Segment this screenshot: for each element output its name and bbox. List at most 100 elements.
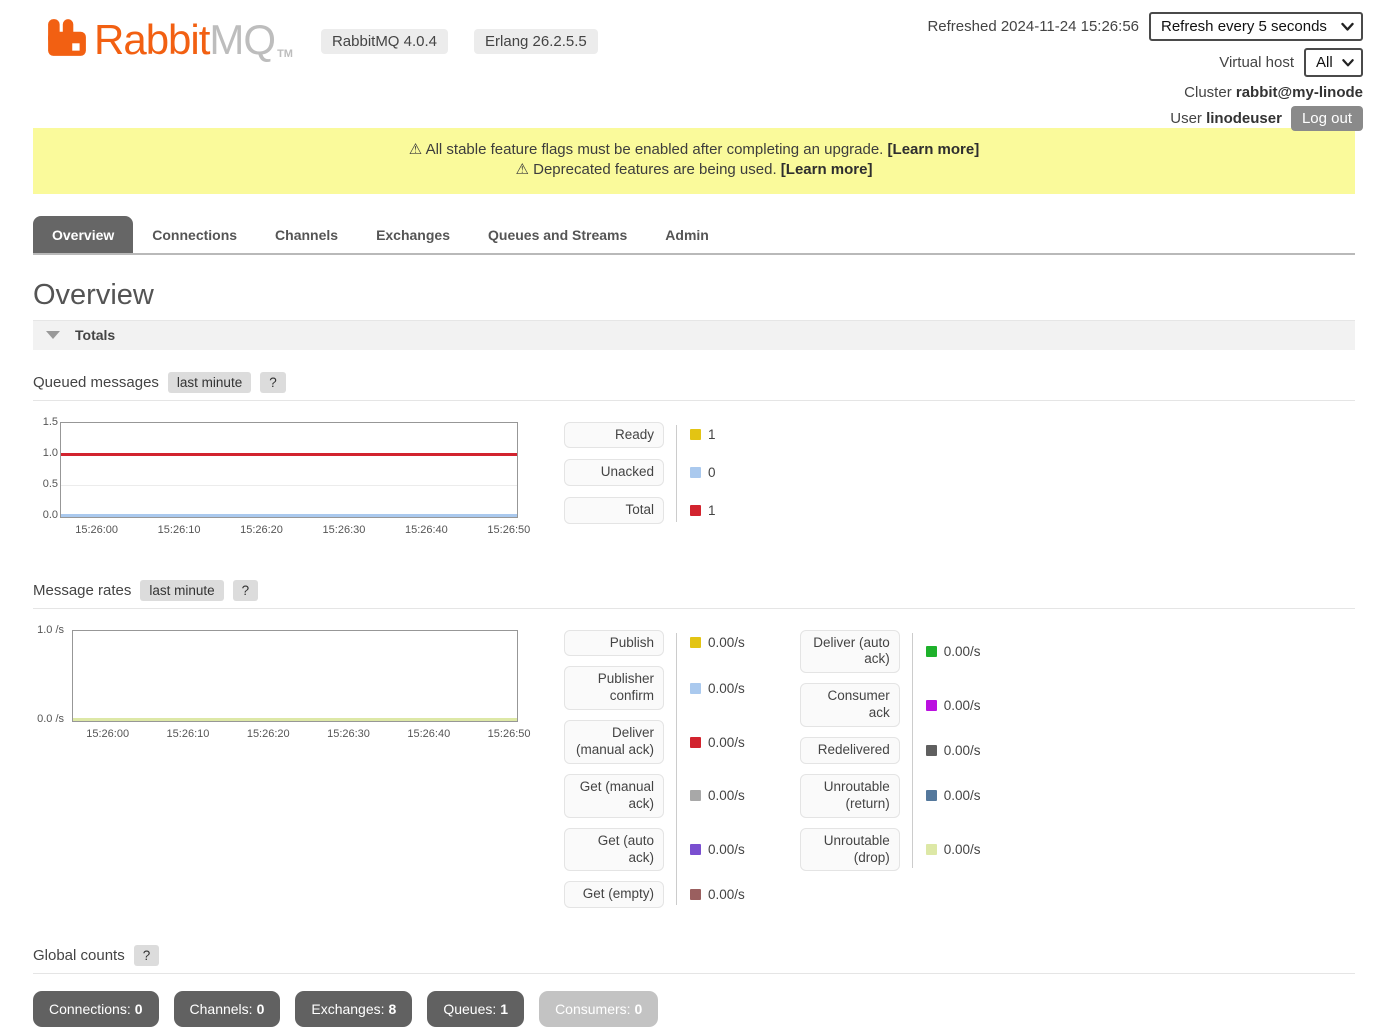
legend-label-unacked: Unacked <box>564 459 664 486</box>
tab-admin[interactable]: Admin <box>646 216 728 253</box>
series-line-flat-zero <box>73 718 517 721</box>
totals-section-toggle[interactable]: Totals <box>33 320 1355 350</box>
legend-label-get-manual-ack: Get (manual ack) <box>564 774 664 818</box>
legend-label-publisher-confirm: Publisher confirm <box>564 666 664 710</box>
legend-swatch <box>926 646 937 657</box>
queued-messages-header: Queued messages last minute ? <box>33 372 1355 401</box>
legend-label-unroutable-return: Unroutable (return) <box>800 774 900 818</box>
x-tick: 15:26:00 <box>86 728 129 740</box>
tab-exchanges[interactable]: Exchanges <box>357 216 469 253</box>
count-connections: Connections:0 <box>33 991 159 1027</box>
banner-text: ⚠ Deprecated features are being used. <box>516 161 777 178</box>
legend-label-consumer-ack: Consumer ack <box>800 683 900 727</box>
global-help-badge[interactable]: ? <box>134 945 160 966</box>
legend-rate: 0.00/s <box>708 887 745 902</box>
refreshed-timestamp: Refreshed 2024-11-24 15:26:56 <box>927 18 1139 35</box>
brand-wordmark: RabbitMQ <box>94 20 275 60</box>
count-value: 0 <box>257 1001 265 1017</box>
queued-messages-title: Queued messages <box>33 374 159 391</box>
tab-connections[interactable]: Connections <box>133 216 256 253</box>
count-value: 8 <box>389 1001 397 1017</box>
main-nav-tabs: Overview Connections Channels Exchanges … <box>33 216 1355 255</box>
message-rates-title: Message rates <box>33 582 131 599</box>
legend-label-total: Total <box>564 497 664 524</box>
legend-rate: 0.00/s <box>944 698 981 713</box>
legend-row: Total 1 <box>564 497 716 524</box>
global-counts-row: Connections:0 Channels:0 Exchanges:8 Que… <box>33 991 1355 1027</box>
legend-label-publish: Publish <box>564 630 664 657</box>
y-tick: 0.0 <box>24 509 58 521</box>
queued-messages-legend: Ready 1 Unacked 0 Total 1 <box>564 422 716 536</box>
global-counts-header: Global counts ? <box>33 945 1355 974</box>
queued-range-badge[interactable]: last minute <box>168 372 251 393</box>
cluster-label: Cluster <box>1184 84 1232 101</box>
user-name: linodeuser <box>1206 110 1282 127</box>
learn-more-link[interactable]: [Learn more] <box>888 141 980 158</box>
legend-row: Ready 1 <box>564 422 716 449</box>
count-value: 0 <box>135 1001 143 1017</box>
queued-messages-chart: 1.5 1.0 0.5 0.0 15:26:00 15:26:10 15:26:… <box>33 422 518 539</box>
cluster-name: rabbit@my-linode <box>1236 84 1363 101</box>
tab-channels[interactable]: Channels <box>256 216 357 253</box>
legend-rate: 0.00/s <box>944 842 981 857</box>
learn-more-link[interactable]: [Learn more] <box>781 161 873 178</box>
legend-label-deliver-manual-ack: Deliver (manual ack) <box>564 720 664 764</box>
legend-swatch <box>690 683 701 694</box>
count-value: 0 <box>635 1001 643 1017</box>
rates-range-badge[interactable]: last minute <box>140 580 223 601</box>
count-queues: Queues:1 <box>427 991 524 1027</box>
legend-swatch <box>690 889 701 900</box>
legend-label-unroutable-drop: Unroutable (drop) <box>800 828 900 872</box>
header: RabbitMQ TM RabbitMQ 4.0.4 Erlang 26.2.5… <box>33 0 1355 124</box>
count-value: 1 <box>500 1001 508 1017</box>
message-rates-legend-col2: Deliver (auto ack) 0.00/s Consumer ack 0.0… <box>800 630 981 882</box>
legend-rate: 0.00/s <box>708 842 745 857</box>
refresh-interval-select[interactable]: Refresh every 5 seconds <box>1149 12 1363 41</box>
legend-swatch <box>690 637 701 648</box>
triangle-down-icon <box>46 331 60 339</box>
queued-help-badge[interactable]: ? <box>260 372 286 393</box>
vhost-label: Virtual host <box>1219 54 1294 71</box>
count-channels: Channels:0 <box>174 991 281 1027</box>
legend-swatch <box>926 790 937 801</box>
y-tick: 1.5 <box>24 416 58 428</box>
tab-queues-and-streams[interactable]: Queues and Streams <box>469 216 646 253</box>
banner-line-feature-flags: ⚠ All stable feature flags must be enabl… <box>43 140 1345 160</box>
legend-label-deliver-auto-ack: Deliver (auto ack) <box>800 630 900 674</box>
x-tick: 15:26:40 <box>407 728 450 740</box>
y-tick: 0.5 <box>24 478 58 490</box>
legend-rate: 0.00/s <box>944 788 981 803</box>
series-line-total <box>61 453 517 456</box>
legend-swatch <box>690 429 701 440</box>
y-tick: 0.0 /s <box>30 713 64 725</box>
legend-swatch <box>690 844 701 855</box>
legend-swatch <box>926 700 937 711</box>
count-label: Connections: <box>49 1001 131 1017</box>
legend-value: 1 <box>708 427 716 442</box>
logout-button[interactable]: Log out <box>1291 106 1363 131</box>
tab-overview[interactable]: Overview <box>33 216 133 253</box>
x-tick: 15:26:30 <box>323 524 366 536</box>
trademark-label: TM <box>277 48 293 60</box>
legend-swatch <box>926 844 937 855</box>
legend-swatch <box>690 737 701 748</box>
count-label: Queues: <box>443 1001 496 1017</box>
y-tick: 1.0 /s <box>30 624 64 636</box>
legend-rate: 0.00/s <box>944 644 981 659</box>
legend-value: 0 <box>708 465 716 480</box>
vhost-select[interactable]: All <box>1304 48 1363 77</box>
legend-label-ready: Ready <box>564 422 664 449</box>
message-rates-chart: 1.0 /s 0.0 /s 15:26:00 15:26:10 15:26:20… <box>33 630 518 743</box>
rabbitmq-version-badge: RabbitMQ 4.0.4 <box>321 29 448 54</box>
legend-label-get-auto-ack: Get (auto ack) <box>564 828 664 872</box>
x-tick: 15:26:00 <box>75 524 118 536</box>
x-tick: 15:26:40 <box>405 524 448 536</box>
legend-swatch <box>690 505 701 516</box>
legend-label-get-empty: Get (empty) <box>564 881 664 908</box>
banner-line-deprecated: ⚠ Deprecated features are being used. [L… <box>43 160 1345 180</box>
rates-help-badge[interactable]: ? <box>233 580 259 601</box>
count-label: Consumers: <box>555 1001 630 1017</box>
x-tick: 15:26:30 <box>327 728 370 740</box>
x-tick: 15:26:20 <box>247 728 290 740</box>
legend-label-redelivered: Redelivered <box>800 737 900 764</box>
